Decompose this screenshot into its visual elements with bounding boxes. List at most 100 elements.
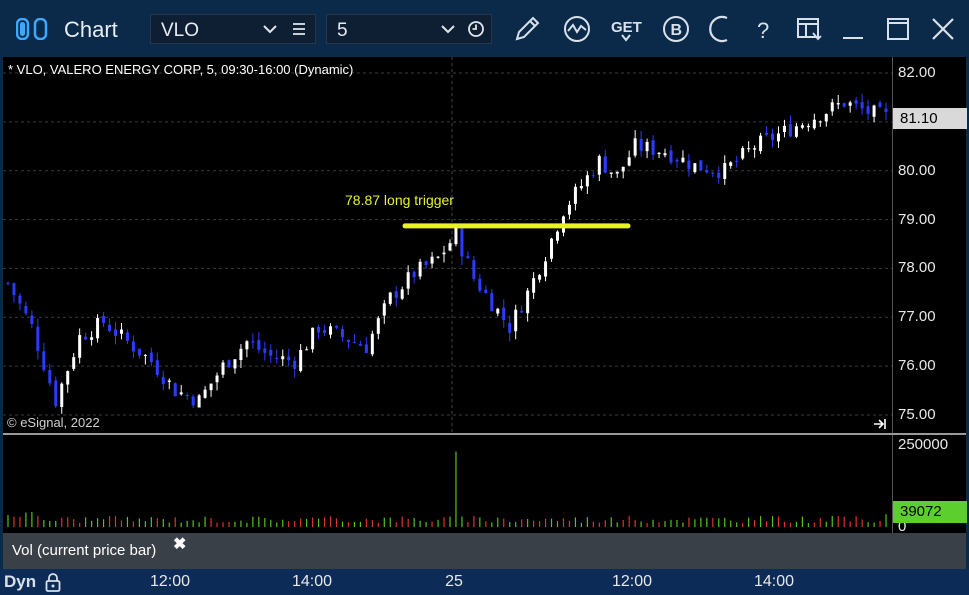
- candle-body: [663, 153, 667, 156]
- candle-body: [340, 329, 344, 338]
- volume-bar: [120, 520, 123, 527]
- candle-body: [108, 324, 112, 332]
- volume-bar: [521, 519, 523, 527]
- volume-bar: [777, 516, 780, 527]
- volume-bar: [628, 516, 630, 527]
- candle-body: [651, 140, 655, 155]
- volume-bar: [371, 520, 373, 527]
- volume-bar: [730, 520, 732, 527]
- volume-bar: [258, 516, 260, 527]
- minimize-icon[interactable]: [837, 13, 869, 45]
- price-chart-area[interactable]: 78.87 long trigger: [3, 57, 892, 433]
- volume-bar: [789, 522, 792, 527]
- time-tick-label: 14:00: [753, 573, 795, 590]
- clock-icon[interactable]: [467, 20, 485, 38]
- candle-body: [729, 162, 733, 166]
- volume-bar: [688, 517, 690, 527]
- candle-body: [675, 159, 679, 162]
- candle-body: [329, 326, 333, 335]
- volume-bar: [317, 518, 320, 527]
- candle-body: [245, 341, 249, 350]
- candle-body: [532, 278, 536, 293]
- candle-body: [711, 172, 715, 174]
- candle-body: [233, 359, 237, 369]
- volume-bar: [198, 522, 200, 527]
- study-wave-icon[interactable]: [561, 13, 593, 45]
- volume-bar: [718, 518, 720, 527]
- b-circle-icon[interactable]: B: [660, 13, 692, 45]
- candle-body: [567, 204, 571, 215]
- candle-body: [794, 126, 798, 137]
- volume-bar: [7, 514, 9, 527]
- volume-bar: [288, 521, 290, 527]
- time-axis[interactable]: Dyn 12:00 14:00 25 12:00 14:00: [0, 569, 969, 595]
- volume-bar: [443, 517, 445, 527]
- volume-bar: [544, 518, 547, 527]
- volume-bar: [37, 516, 39, 527]
- candle-body: [18, 295, 22, 304]
- candle-body: [269, 349, 273, 356]
- dynamic-label[interactable]: Dyn: [4, 572, 36, 592]
- candle-body: [131, 341, 135, 352]
- volume-bar: [867, 522, 869, 527]
- draw-pencil-icon[interactable]: [511, 13, 543, 45]
- scroll-to-end-icon[interactable]: [874, 419, 886, 429]
- chevron-down-icon[interactable]: [262, 21, 278, 37]
- candle-body: [299, 349, 303, 371]
- candle-body: [466, 255, 470, 259]
- price-chart-svg: 78.87 long trigger: [3, 57, 892, 433]
- volume-bar: [228, 521, 230, 527]
- candle-body: [520, 310, 524, 313]
- price-tick-label: 75.00: [898, 406, 936, 423]
- close-study-icon[interactable]: ✖: [173, 534, 186, 554]
- volume-bar: [574, 517, 577, 527]
- volume-bar: [210, 517, 212, 527]
- volume-bar: [204, 516, 206, 527]
- copyright-text: © eSignal, 2022: [7, 415, 100, 430]
- lock-icon[interactable]: [44, 572, 62, 592]
- candle-body: [842, 103, 846, 107]
- help-icon[interactable]: ?: [748, 13, 780, 45]
- volume-bar: [162, 519, 164, 527]
- candle-body: [84, 336, 88, 340]
- volume-bar: [168, 522, 170, 527]
- refresh-arc-icon[interactable]: [705, 13, 737, 45]
- volume-bar: [724, 517, 726, 527]
- volume-bar: [365, 518, 367, 527]
- volume-bar: [31, 511, 33, 527]
- candle-body: [54, 380, 58, 406]
- volume-bar: [19, 517, 21, 527]
- volume-chart-area[interactable]: [3, 435, 892, 533]
- volume-bar: [550, 518, 553, 527]
- get-data-icon[interactable]: GET: [610, 13, 642, 45]
- candle-body: [818, 121, 822, 123]
- list-icon[interactable]: [291, 21, 307, 37]
- candle-body: [257, 339, 261, 350]
- volume-bar: [401, 516, 403, 527]
- volume-bar: [652, 519, 654, 527]
- layout-icon[interactable]: [793, 13, 825, 45]
- volume-bar: [449, 516, 451, 527]
- volume-bar: [96, 518, 99, 527]
- candle-body: [609, 172, 613, 174]
- candle-body: [597, 156, 601, 175]
- candle-body: [418, 261, 422, 277]
- candle-body: [687, 160, 691, 170]
- volume-bar: [742, 523, 744, 527]
- interval-input[interactable]: 5: [326, 14, 492, 44]
- trigger-annotation: 78.87 long trigger: [345, 192, 454, 208]
- volume-bar: [126, 517, 129, 527]
- candle-body: [717, 172, 721, 178]
- close-icon[interactable]: [927, 13, 959, 45]
- chevron-down-icon[interactable]: [440, 21, 456, 37]
- symbol-input[interactable]: VLO: [150, 14, 316, 44]
- volume-bar: [598, 522, 600, 527]
- candle-body: [669, 150, 673, 163]
- volume-bar: [234, 521, 236, 527]
- volume-bar: [771, 516, 774, 527]
- candle-body: [526, 290, 530, 314]
- candle-body: [102, 316, 106, 324]
- volume-bar: [389, 517, 391, 527]
- candle-body: [854, 100, 858, 104]
- maximize-icon[interactable]: [882, 13, 914, 45]
